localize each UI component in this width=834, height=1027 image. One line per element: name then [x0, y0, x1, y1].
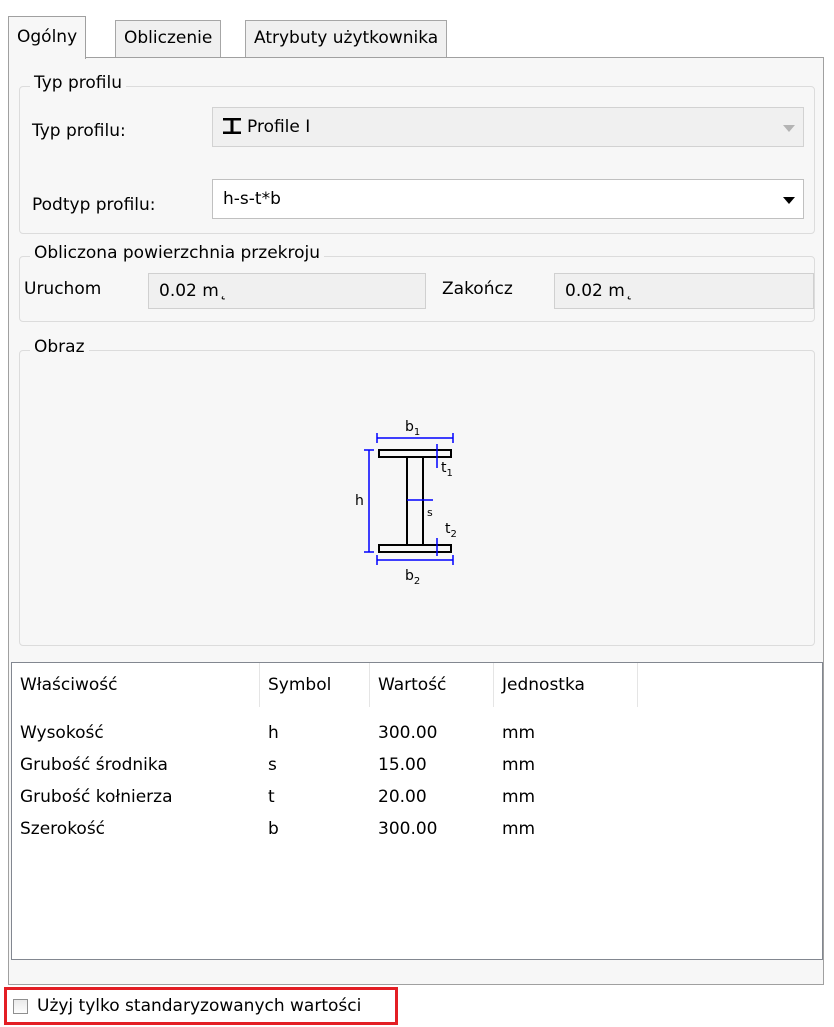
cell-unit: mm	[502, 755, 536, 775]
cell-symbol: h	[268, 723, 279, 743]
table-row[interactable]: Wysokość h 300.00 mm	[12, 717, 822, 749]
cell-unit: mm	[502, 787, 536, 807]
label-h: h	[355, 493, 364, 509]
cell-unit: mm	[502, 819, 536, 839]
cell-value: 300.00	[378, 723, 438, 743]
chevron-down-icon	[783, 125, 795, 132]
area-group-title: Obliczona powierzchnia przekroju	[30, 243, 325, 263]
label-t1: t1	[441, 460, 453, 479]
profile-type-group-title: Typ profilu	[30, 73, 127, 93]
table-row[interactable]: Grubość kołnierza t 20.00 mm	[12, 781, 822, 813]
cell-value: 300.00	[378, 819, 438, 839]
image-group-title: Obraz	[30, 337, 89, 357]
cell-property: Wysokość	[20, 723, 104, 743]
standardized-values-checkbox[interactable]	[13, 999, 28, 1014]
cell-symbol: s	[268, 755, 277, 775]
column-header-unit[interactable]: Jednostka	[494, 663, 638, 707]
cell-symbol: b	[268, 819, 279, 839]
profile-subtype-label: Podtyp profilu:	[32, 195, 156, 215]
table-header: Właściwość Symbol Wartość Jednostka	[12, 663, 822, 707]
cell-value: 15.00	[378, 755, 427, 775]
i-beam-icon	[223, 118, 241, 134]
table-row[interactable]: Grubość środnika s 15.00 mm	[12, 749, 822, 781]
properties-table[interactable]: Właściwość Symbol Wartość Jednostka Wyso…	[11, 662, 823, 960]
area-end-label: Zakończ	[442, 279, 513, 299]
tab-calculation[interactable]: Obliczenie	[115, 20, 222, 57]
cell-symbol: t	[268, 787, 275, 807]
cell-unit: mm	[502, 723, 536, 743]
standardized-values-option[interactable]: Użyj tylko standaryzowanych wartości	[4, 987, 398, 1025]
tab-general[interactable]: Ogólny	[8, 16, 87, 59]
profile-subtype-value: h-s-t*b	[223, 189, 281, 209]
cell-property: Szerokość	[20, 819, 106, 839]
label-b1: b1	[405, 420, 420, 438]
profile-type-group: Typ profilu Typ profilu: Profile I Podty…	[19, 73, 815, 234]
area-end-field[interactable]: 0.02 m˛	[554, 273, 814, 309]
i-beam-diagram: b1 b2 h s t1 t2	[355, 420, 457, 587]
standardized-values-label[interactable]: Użyj tylko standaryzowanych wartości	[37, 990, 361, 1022]
label-s: s	[427, 506, 433, 519]
profile-type-combo: Profile I	[212, 107, 804, 147]
tab-user-attributes[interactable]: Atrybuty użytkownika	[245, 20, 448, 57]
area-group: Obliczona powierzchnia przekroju Uruchom…	[19, 243, 815, 322]
profile-type-label: Typ profilu:	[32, 121, 126, 141]
area-start-field[interactable]: 0.02 m˛	[148, 273, 426, 309]
profile-type-value: Profile I	[247, 117, 311, 137]
cell-property: Grubość kołnierza	[20, 787, 173, 807]
label-t2: t2	[445, 521, 457, 540]
cell-property: Grubość środnika	[20, 755, 168, 775]
area-start-label: Uruchom	[24, 279, 102, 299]
profile-type-value-wrap: Profile I	[223, 108, 310, 146]
cell-value: 20.00	[378, 787, 427, 807]
table-row[interactable]: Szerokość b 300.00 mm	[12, 813, 822, 845]
column-header-value[interactable]: Wartość	[370, 663, 494, 707]
column-header-property[interactable]: Właściwość	[12, 663, 260, 707]
profile-subtype-combo[interactable]: h-s-t*b	[212, 179, 804, 219]
chevron-down-icon	[783, 197, 795, 204]
label-b2: b2	[405, 568, 420, 587]
column-header-symbol[interactable]: Symbol	[260, 663, 370, 707]
